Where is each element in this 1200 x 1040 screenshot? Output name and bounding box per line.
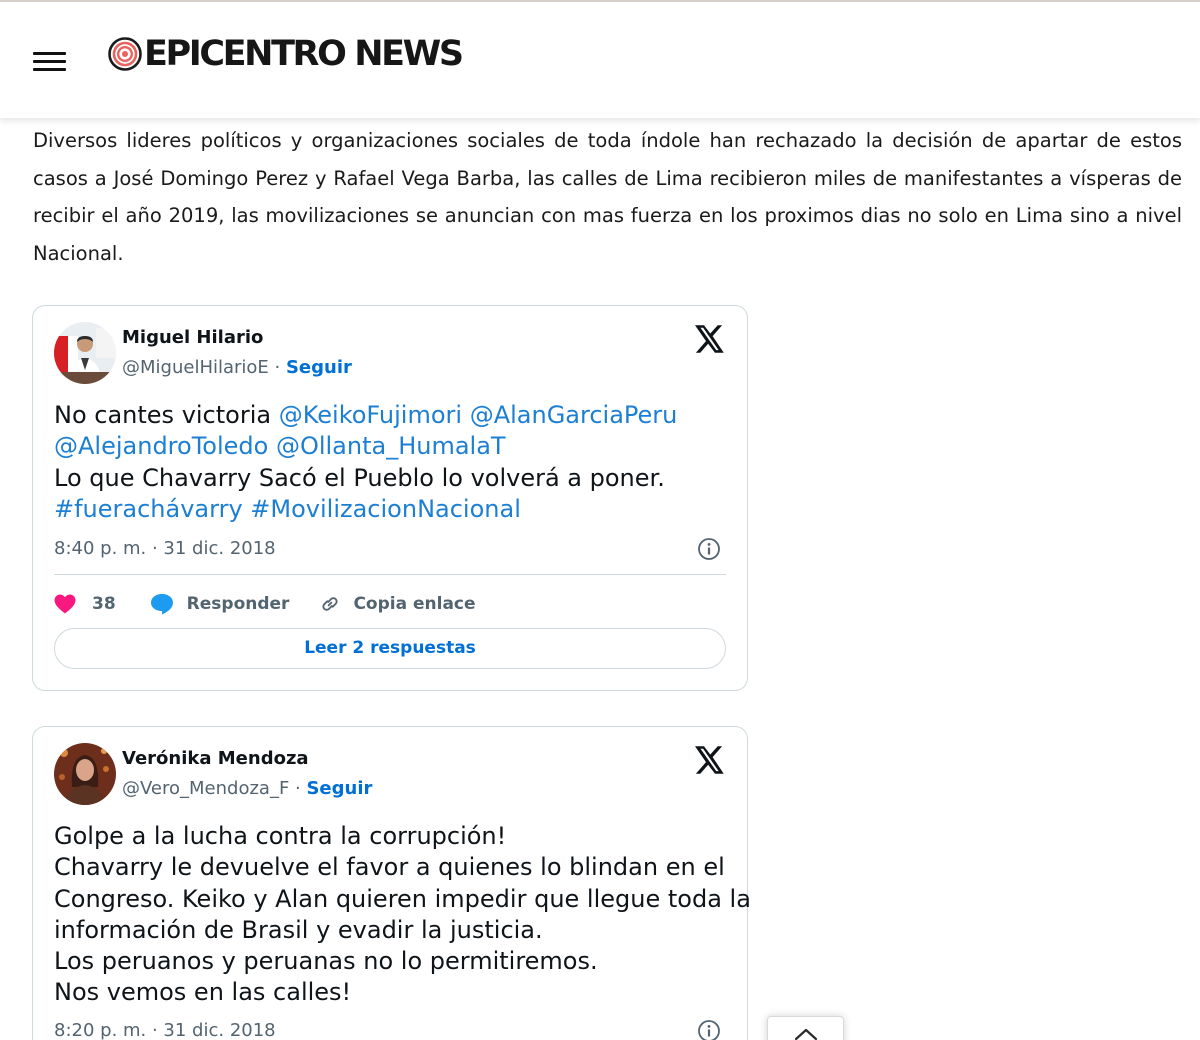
concentric-circles-icon [108,37,142,71]
tweet-text-line: Nos vemos en las calles! [54,978,352,1007]
embedded-tweet: Miguel Hilario @MiguelHilarioE · Seguir … [32,305,748,691]
tweet-handle-row: @MiguelHilarioE · Seguir [122,357,352,378]
reply-button[interactable]: Responder [150,593,290,615]
avatar[interactable] [54,743,116,805]
reply-label: Responder [186,594,290,614]
copy-link-label: Copia enlace [353,594,476,614]
tweet-handle[interactable]: @Vero_Mendoza_F [122,778,289,799]
tweet-author-name[interactable]: Miguel Hilario [122,327,263,348]
tweet-timestamp[interactable]: 8:20 p. m. · 31 dic. 2018 [54,1020,276,1040]
tweet-text-line: Golpe a la lucha contra la corrupción! [54,822,507,850]
tweet-text: No cantes victoria @KeikoFujimori @AlanG… [54,400,734,525]
follow-link[interactable]: Seguir [306,778,372,799]
separator: · [268,357,286,378]
follow-link[interactable]: Seguir [286,357,352,378]
mention-link[interactable]: @AlanGarciaPeru [470,401,678,429]
info-icon[interactable] [697,1019,721,1040]
tweet-text-line: Chavarry le devuelve el favor a quienes … [54,853,725,882]
tweet-divider [54,574,726,575]
scroll-to-top-button[interactable] [767,1016,844,1040]
x-logo-icon[interactable] [695,325,725,353]
hamburger-menu-icon[interactable] [33,52,66,72]
site-header: EPICENTRO NEWS [0,2,1200,118]
tweet-author-name[interactable]: Verónika Mendoza [122,748,309,769]
copy-link-button[interactable]: Copia enlace [319,593,476,615]
tweet-text-line: Congreso. Keiko y Alan quieren impedir q… [54,884,751,913]
tweet-text: Golpe a la lucha contra la corrupción! C… [54,821,751,1009]
like-button[interactable]: 38 [54,594,116,614]
separator: · [289,778,307,799]
hashtag-link[interactable]: #fuerachávarry [54,495,243,523]
tweet-text-line: Lo que Chavarry Sacó el Pueblo lo volver… [54,463,665,492]
x-logo-icon[interactable] [695,746,725,774]
chevron-up-icon [794,1028,818,1040]
hashtag-link[interactable]: #MovilizacionNacional [250,495,521,523]
avatar[interactable] [54,322,116,384]
site-logo[interactable]: EPICENTRO NEWS [108,34,464,74]
tweet-text-segment: No cantes victoria [54,401,279,429]
article-paragraph: Diversos lideres políticos y organizacio… [33,129,1182,265]
heart-icon [54,594,76,614]
like-count: 38 [92,594,116,614]
speech-bubble-icon [150,594,173,615]
link-icon [322,597,338,611]
info-icon[interactable] [697,537,721,561]
embedded-tweet: Verónika Mendoza @Vero_Mendoza_F · Segui… [32,726,751,1040]
tweet-actions: 38 Responder Copia enlace [54,589,476,619]
tweet-handle[interactable]: @MiguelHilarioE [122,357,269,378]
mention-link[interactable]: @Ollanta_HumalaT [276,432,506,460]
mention-link[interactable]: @AlejandroToledo [54,432,268,460]
tweet-text-line: Los peruanos y peruanas no lo permitirem… [54,947,598,976]
logo-text: EPICENTRO NEWS [144,34,464,74]
read-replies-button[interactable]: Leer 2 respuestas [54,628,726,669]
tweet-handle-row: @Vero_Mendoza_F · Seguir [122,778,372,799]
mention-link[interactable]: @KeikoFujimori [279,401,462,429]
tweet-timestamp[interactable]: 8:40 p. m. · 31 dic. 2018 [54,538,276,559]
tweet-text-line: información de Brasil y evadir la justic… [54,915,543,944]
